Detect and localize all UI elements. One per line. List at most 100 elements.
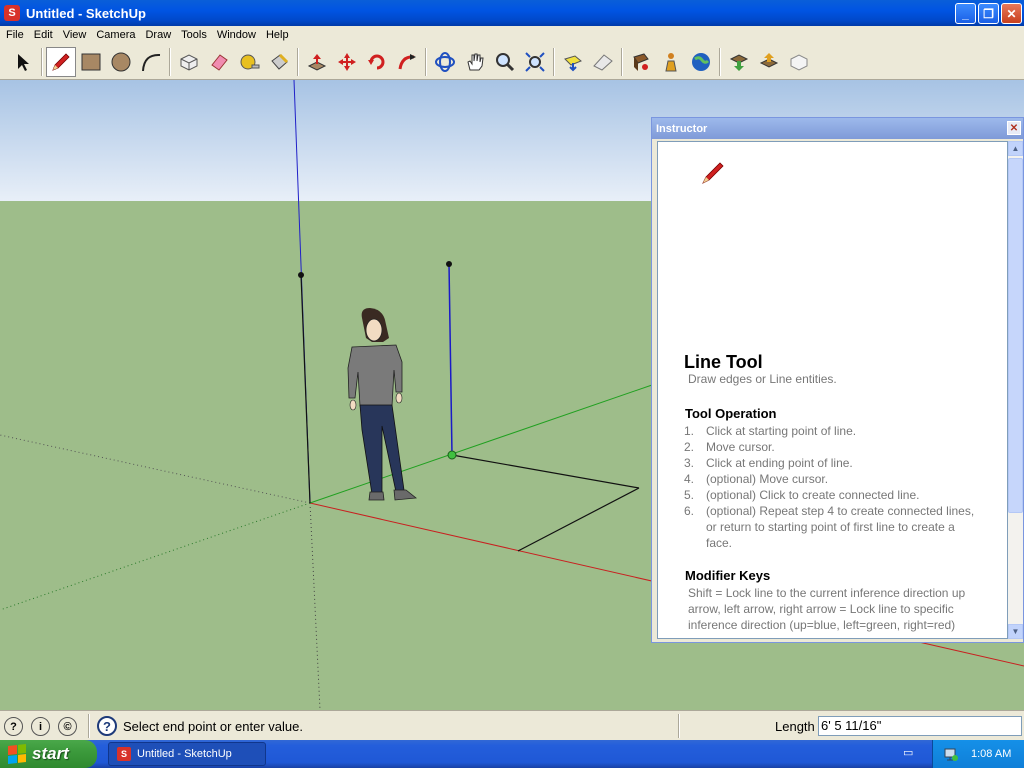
add-location-icon <box>564 54 582 71</box>
instructor-close-button[interactable]: ✕ <box>1007 121 1021 135</box>
download-arrow-icon <box>729 53 749 71</box>
move-tool-button[interactable] <box>332 47 362 77</box>
instructor-dialog: Instructor ✕ Line Tool Draw edges or Lin… <box>651 117 1024 643</box>
status-bar: ? i © ? Select end point or enter value.… <box>0 710 1024 740</box>
pan-tool-button[interactable] <box>460 47 490 77</box>
follow-me-icon <box>398 53 416 69</box>
eraser-icon <box>211 53 228 71</box>
menu-camera[interactable]: Camera <box>91 29 140 41</box>
toggle-terrain-button[interactable] <box>588 47 618 77</box>
inference-point-marker <box>447 450 457 460</box>
scroll-up-arrow[interactable]: ▲ <box>1008 141 1023 156</box>
rotate-tool-button[interactable] <box>362 47 392 77</box>
paint-bucket-icon <box>271 53 289 70</box>
menu-view[interactable]: View <box>58 29 92 41</box>
instructor-scrollbar[interactable]: ▲ ▼ <box>1008 141 1023 639</box>
maximize-button[interactable]: ❐ <box>978 3 999 24</box>
restore-icon: ❐ <box>983 6 994 21</box>
scroll-down-arrow[interactable]: ▼ <box>1008 624 1023 639</box>
push-pull-icon <box>307 53 327 71</box>
share-component-button[interactable] <box>754 47 784 77</box>
arc-icon <box>142 53 161 71</box>
start-button[interactable]: start <box>0 740 97 768</box>
status-message: Select end point or enter value. <box>123 719 303 734</box>
rectangle-tool-button[interactable] <box>76 47 106 77</box>
zoom-tool-button[interactable] <box>490 47 520 77</box>
menu-tools[interactable]: Tools <box>176 29 212 41</box>
large-toolset-toolbar <box>0 44 1024 80</box>
share-model-button[interactable] <box>656 47 686 77</box>
magnifier-icon <box>496 52 515 71</box>
arc-tool-button[interactable] <box>136 47 166 77</box>
eraser-tool-button[interactable] <box>204 47 234 77</box>
help-icon[interactable]: ? <box>97 716 117 736</box>
minimize-button[interactable]: _ <box>955 3 976 24</box>
instructor-title-bar[interactable]: Instructor ✕ <box>652 118 1023 139</box>
blank-box-icon <box>790 53 808 71</box>
zoom-extents-icon <box>525 51 545 72</box>
follow-me-button[interactable] <box>392 47 422 77</box>
hand-icon <box>467 53 484 70</box>
move-arrows-icon <box>338 52 356 71</box>
geo-location-icon[interactable]: ? <box>4 717 23 736</box>
google-earth-button[interactable] <box>686 47 716 77</box>
orbit-tool-button[interactable] <box>430 47 460 77</box>
menu-window[interactable]: Window <box>212 29 261 41</box>
menu-edit[interactable]: Edit <box>29 29 58 41</box>
rotate-icon <box>368 54 385 69</box>
add-location-button[interactable] <box>558 47 588 77</box>
modifier-keys-text: Shift = Lock line to the current inferen… <box>688 586 966 632</box>
get-models-icon <box>633 52 649 71</box>
list-item: 4. (optional) Move cursor. <box>684 472 829 486</box>
measurements-label: Length <box>775 719 815 734</box>
paint-bucket-button[interactable] <box>264 47 294 77</box>
list-item: 6. (optional) Repeat step 4 to create con… <box>684 504 975 550</box>
clock[interactable]: 1:08 AM <box>971 748 1011 760</box>
modifier-keys-heading: Modifier Keys <box>685 568 771 583</box>
circle-tool-button[interactable] <box>106 47 136 77</box>
network-icon[interactable] <box>943 746 959 762</box>
title-bar: S Untitled - SketchUp _ ❐ ✕ <box>0 0 1024 26</box>
tool-operation-heading: Tool Operation <box>685 406 777 421</box>
earth-globe-icon <box>692 52 710 71</box>
make-component-button[interactable] <box>174 47 204 77</box>
windows-flag-icon <box>8 744 26 764</box>
get-component-button[interactable] <box>724 47 754 77</box>
sketchup-app-icon: S <box>117 747 131 761</box>
instructor-title: Instructor <box>656 122 708 135</box>
credits-icon[interactable]: i <box>31 717 50 736</box>
window-title: Untitled - SketchUp <box>26 5 146 21</box>
pencil-icon <box>52 52 70 71</box>
add-to-model-button[interactable] <box>784 47 814 77</box>
menu-draw[interactable]: Draw <box>140 29 176 41</box>
zoom-extents-button[interactable] <box>520 47 550 77</box>
system-tray: 1:08 AM <box>932 740 1024 768</box>
sketchup-app-icon[interactable]: S <box>4 5 20 21</box>
tape-measure-icon <box>240 54 260 69</box>
component-box-icon <box>180 53 198 71</box>
scroll-thumb[interactable] <box>1008 158 1023 513</box>
menu-bar: File Edit View Camera Draw Tools Window … <box>0 26 1024 44</box>
rectangle-icon <box>81 53 101 70</box>
windows-taskbar: start S Untitled - SketchUp ▭ 1:08 AM <box>0 740 1024 768</box>
line-tool-button[interactable] <box>46 46 76 77</box>
circle-icon <box>111 52 131 71</box>
copyright-icon[interactable]: © <box>58 717 77 736</box>
list-item: 3. Click at ending point of line. <box>684 456 853 470</box>
endpoint-marker <box>298 272 304 278</box>
tool-name-heading: Line Tool <box>684 352 763 372</box>
operation-steps-list: 1. Click at starting point of line. 2. Mov… <box>684 423 1004 551</box>
menu-file[interactable]: File <box>1 29 29 41</box>
keyboard-icon[interactable]: ▭ <box>903 746 921 760</box>
menu-help[interactable]: Help <box>261 29 294 41</box>
select-tool-button[interactable] <box>8 47 38 77</box>
close-button[interactable]: ✕ <box>1001 3 1022 24</box>
get-models-button[interactable] <box>626 47 656 77</box>
tape-measure-button[interactable] <box>234 47 264 77</box>
measurements-input[interactable]: 6' 5 11/16" <box>818 716 1022 736</box>
endpoint-marker <box>446 261 452 267</box>
list-item: 2. Move cursor. <box>684 440 775 454</box>
instructor-content: Line Tool Draw edges or Line entities. T… <box>657 141 1008 639</box>
push-pull-button[interactable] <box>302 47 332 77</box>
taskbar-item-sketchup[interactable]: S Untitled - SketchUp <box>108 742 266 766</box>
